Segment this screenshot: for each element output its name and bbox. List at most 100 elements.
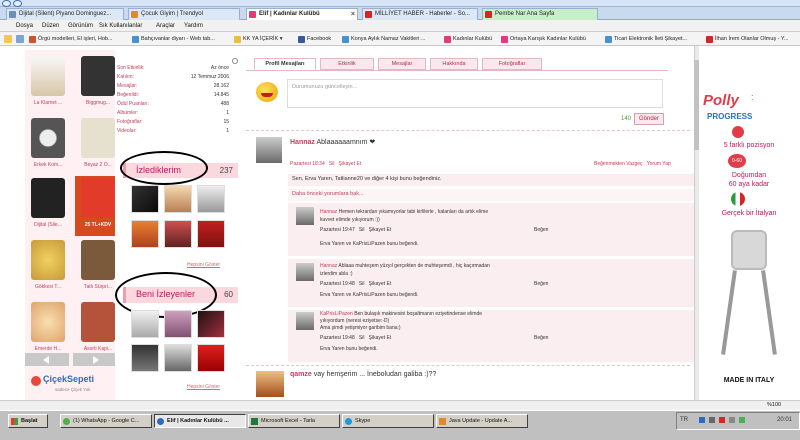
product-item[interactable]: Emerde H... <box>25 300 71 360</box>
user-avatar[interactable] <box>131 185 159 213</box>
product-item[interactable]: Gökkesi T... <box>25 238 71 298</box>
report-link[interactable]: Şikayet Et <box>369 281 392 287</box>
comment-author-link[interactable]: Hannaz <box>320 263 337 269</box>
tab-activity[interactable]: Etkinlik <box>320 58 374 70</box>
user-avatar[interactable] <box>164 344 192 372</box>
polly-progress-ad[interactable]: Polly : PROGRESS 5 farklı pozisyon 0-60 … <box>699 90 800 390</box>
volume-icon[interactable] <box>729 417 735 423</box>
comment-avatar[interactable] <box>296 312 314 330</box>
comment-author-link[interactable]: Hannaz <box>320 209 337 215</box>
reply-link[interactable]: Yorum Yap <box>647 161 671 167</box>
tray-icon[interactable] <box>709 417 715 423</box>
bookmark[interactable]: Örgü modelleri, El işleri, Hob... <box>29 34 113 44</box>
product-image[interactable] <box>31 118 65 158</box>
comment-author-link[interactable]: KaPrisLiPazen <box>320 311 353 317</box>
product-label[interactable]: Gökkesi T... <box>25 284 71 290</box>
user-avatar[interactable] <box>197 344 225 372</box>
taskbar-item-active[interactable]: Elif | Kadınlar Kulübü ... <box>154 414 246 428</box>
menu-file[interactable]: Dosya <box>16 21 33 31</box>
zoom-level[interactable]: %100 <box>767 402 781 408</box>
taskbar-item[interactable]: Microsoft Excel - Tarla <box>248 414 340 428</box>
product-item[interactable]: Erkek Kom... <box>25 116 71 176</box>
user-avatar[interactable] <box>197 310 225 338</box>
tab-messages[interactable]: Mesajlar <box>378 58 426 70</box>
report-link[interactable]: Şikayet Et <box>369 227 392 233</box>
tray-icon[interactable] <box>719 417 725 423</box>
bookmark[interactable]: Ortaya Karışık Kadınlar Kulübü <box>501 34 586 44</box>
taskbar-item[interactable]: Skype <box>342 414 434 428</box>
product-item[interactable]: La Klarnet ... <box>25 54 71 114</box>
bookmark[interactable]: Bahçıvanlar diyarı - Web tab... <box>132 34 215 44</box>
menu-help[interactable]: Yardım <box>184 21 203 31</box>
browser-tab[interactable]: Dijital (Silent) Piyano Dominguez... <box>6 8 124 20</box>
delete-link[interactable]: Sil <box>359 335 365 341</box>
product-label[interactable]: Dijital (Sile... <box>25 222 71 228</box>
product-image[interactable] <box>81 118 115 158</box>
favorites-star-icon[interactable] <box>4 35 12 43</box>
report-link[interactable]: Şikayet Et <box>369 335 392 341</box>
bookmark[interactable]: KK YA İÇERİK ▾ <box>234 34 283 44</box>
user-avatar[interactable] <box>131 220 159 248</box>
bookmark[interactable]: Facebook <box>298 34 331 44</box>
start-button[interactable]: Başlat <box>8 414 48 428</box>
language-indicator[interactable]: TR <box>680 417 688 423</box>
product-label[interactable]: Emerde H... <box>25 346 71 352</box>
forward-icon[interactable] <box>13 0 22 7</box>
bookmark[interactable]: Konya Aylık Namaz Vakitleri ... <box>342 34 425 44</box>
product-image[interactable] <box>81 56 115 96</box>
product-item[interactable]: Dijital (Sile... <box>25 176 71 236</box>
ciceksepeti-logo[interactable]: ÇiçekSepeti sadece Çiçek Yok <box>25 372 122 398</box>
submit-status-button[interactable]: Gönder <box>634 113 664 125</box>
bookmark[interactable]: İlhan İrem Olanlar Olmuş - Y... <box>706 34 788 44</box>
user-avatar[interactable] <box>164 220 192 248</box>
comment-avatar[interactable] <box>296 207 314 225</box>
taskbar-item[interactable]: (1) WhatsApp - Google C... <box>60 414 152 428</box>
taskbar-item[interactable]: Java Update - Update A... <box>436 414 528 428</box>
product-label[interactable]: La Klarnet ... <box>25 100 71 106</box>
product-label[interactable]: Erkek Kom... <box>25 162 71 168</box>
report-link[interactable]: Şikayet Et <box>339 161 362 167</box>
bookmark[interactable]: Kadınlar Kulübü <box>444 34 492 44</box>
show-all-following-link[interactable]: Hepsini Göster <box>187 262 220 268</box>
menu-tools[interactable]: Araçlar <box>156 21 175 31</box>
tray-icon[interactable] <box>699 417 705 423</box>
user-avatar[interactable] <box>131 344 159 372</box>
user-avatar[interactable] <box>131 310 159 338</box>
user-avatar[interactable] <box>164 310 192 338</box>
product-image[interactable] <box>81 302 115 342</box>
product-image[interactable] <box>81 240 115 280</box>
product-image[interactable] <box>31 56 65 96</box>
next-arrow-button[interactable] <box>73 353 117 366</box>
tab-about[interactable]: Hakkında <box>430 58 478 70</box>
show-all-followers-link[interactable]: Hepsini Göster <box>187 384 220 390</box>
close-tab-icon[interactable]: × <box>351 9 355 20</box>
back-icon[interactable] <box>2 0 11 7</box>
post-author-link[interactable]: qamze <box>290 371 312 378</box>
browser-tab-active[interactable]: Elif | Kadınlar Kulübü × <box>246 8 358 20</box>
menu-favorites[interactable]: Sık Kullanılanlar <box>99 21 142 31</box>
user-avatar[interactable] <box>197 185 225 213</box>
post-avatar[interactable] <box>256 137 282 163</box>
post-author-link[interactable]: Hannaz <box>290 139 315 146</box>
tab-photos[interactable]: Fotoğraflar <box>482 58 542 70</box>
add-favorite-icon[interactable] <box>16 35 24 43</box>
delete-link[interactable]: Sil <box>359 227 365 233</box>
clock[interactable]: 20:01 <box>777 417 792 423</box>
browser-tab[interactable]: Çocuk Giyim | Trendyol <box>128 8 240 20</box>
bookmark[interactable]: Ticari Elektronik İleti Şikayet... <box>605 34 687 44</box>
menu-edit[interactable]: Düzen <box>42 21 59 31</box>
user-avatar[interactable] <box>197 220 225 248</box>
delete-link[interactable]: Sil <box>359 281 365 287</box>
tab-profile-messages[interactable]: Profil Mesajları <box>254 58 316 70</box>
browser-tab[interactable]: MİLLİYET HABER - Haberler - So... <box>362 8 478 20</box>
product-image[interactable] <box>31 240 65 280</box>
network-icon[interactable] <box>739 417 745 423</box>
like-link[interactable]: Beğen <box>534 335 548 341</box>
delete-link[interactable]: Sil <box>329 161 335 167</box>
product-image[interactable] <box>31 178 65 218</box>
post-avatar[interactable] <box>256 371 284 397</box>
prev-arrow-button[interactable] <box>25 353 69 366</box>
unlike-link[interactable]: Beğenmekten Vazgeç <box>594 161 643 167</box>
like-link[interactable]: Beğen <box>534 227 548 233</box>
comment-avatar[interactable] <box>296 263 314 281</box>
